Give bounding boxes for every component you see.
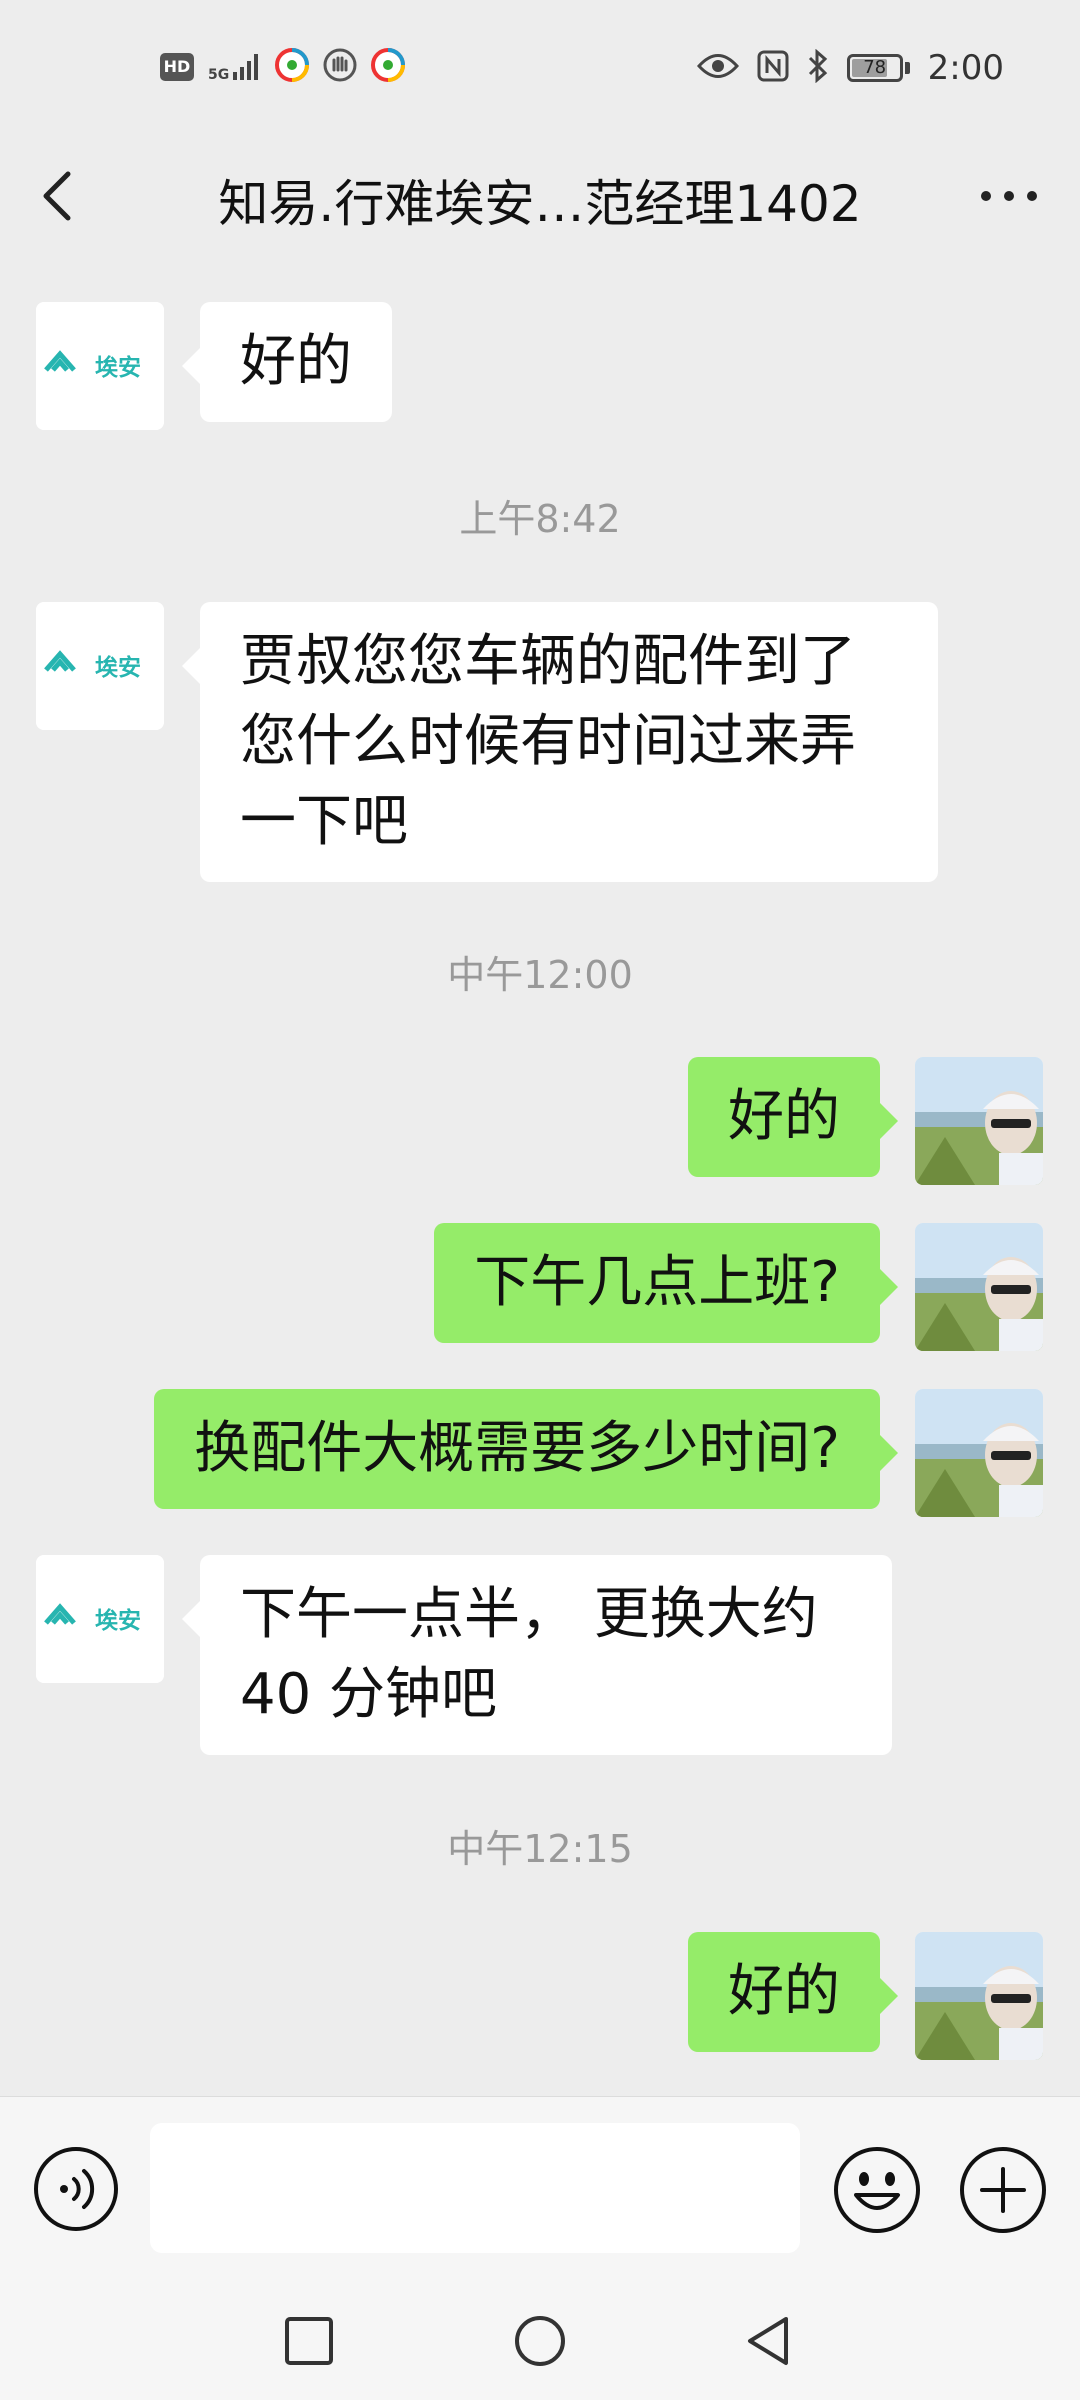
battery-level: 78 — [863, 57, 887, 78]
voice-input-icon — [34, 2147, 118, 2231]
message-bubble[interactable]: 好的 — [688, 1057, 898, 1177]
home-circle-icon — [515, 2316, 565, 2366]
more-button[interactable] — [964, 164, 1054, 228]
user-photo-icon — [915, 1057, 1043, 1185]
app-notification-icon — [275, 48, 310, 86]
status-left-icons: HD 5G — [160, 48, 406, 86]
message-input[interactable] — [150, 2123, 800, 2253]
message-line: 贾叔您您车辆的配件到了 — [240, 629, 856, 694]
message-bubble[interactable]: 下午一点半， 更换大约 40 分钟吧 — [182, 1555, 892, 1755]
message-bubble[interactable]: 好的 — [182, 302, 392, 422]
battery-tip — [904, 62, 910, 74]
recent-apps-square-icon — [285, 2317, 333, 2365]
plus-circle-icon — [960, 2147, 1046, 2233]
contact-avatar[interactable]: 埃安 — [36, 1555, 164, 1683]
status-right-icons: 78 2:00 — [696, 48, 1004, 88]
back-button[interactable] — [30, 160, 94, 232]
app-notification-icon — [371, 48, 406, 86]
user-avatar[interactable] — [915, 1389, 1043, 1517]
recent-apps-button[interactable] — [282, 2314, 336, 2368]
plus-button[interactable] — [958, 2145, 1048, 2235]
avatar-logo-text: 埃安 — [95, 1607, 141, 1634]
timestamp: 上午8:42 — [459, 497, 621, 541]
nfc-icon — [757, 50, 789, 86]
user-photo-icon — [915, 1932, 1043, 2060]
chat-title: 知易.行难埃安…范经理1402 — [218, 175, 862, 233]
message-line: 您什么时候有时间过来弄 — [240, 709, 856, 774]
hd-icon: HD — [160, 53, 194, 81]
emoji-button[interactable] — [832, 2145, 922, 2235]
network-type-label: 5G — [208, 67, 230, 83]
user-avatar[interactable] — [915, 1223, 1043, 1351]
message-line: 40 分钟吧 — [240, 1662, 498, 1727]
emoji-icon — [834, 2147, 920, 2233]
message-bubble[interactable]: 好的 — [688, 1932, 898, 2052]
aion-logo-icon: 埃安 — [36, 602, 164, 730]
chat-header: 知易.行难埃安…范经理1402 — [0, 136, 1080, 256]
timestamp: 中午12:15 — [447, 1827, 633, 1871]
5g-signal-icon: 5G — [208, 52, 261, 82]
user-avatar[interactable] — [915, 1932, 1043, 2060]
status-time: 2:00 — [927, 48, 1004, 88]
aion-logo-icon: 埃安 — [36, 302, 164, 430]
chevron-left-icon — [43, 171, 71, 221]
contact-avatar[interactable]: 埃安 — [36, 302, 164, 430]
system-nav-bar — [0, 2280, 1080, 2400]
aion-logo-icon: 埃安 — [36, 1555, 164, 1683]
message-input-bar — [0, 2096, 1080, 2281]
message-bubble[interactable]: 贾叔您您车辆的配件到了 您什么时候有时间过来弄 一下吧 — [182, 602, 938, 882]
message-bubble[interactable]: 换配件大概需要多少时间? — [154, 1389, 898, 1509]
chat-message-list[interactable]: 埃安 好的 上午8:42 埃安 贾叔您您车辆的配件到了 您什么时候有时间过来弄 … — [0, 256, 1080, 2096]
status-bar: HD 5G 78 2:00 — [0, 0, 1080, 136]
user-avatar[interactable] — [915, 1057, 1043, 1185]
message-line: 一下吧 — [240, 789, 408, 854]
back-nav-button[interactable] — [742, 2314, 796, 2368]
bluetooth-icon — [807, 48, 829, 87]
back-triangle-icon — [748, 2317, 788, 2365]
battery-icon: 78 — [846, 54, 910, 82]
contact-avatar[interactable]: 埃安 — [36, 602, 164, 730]
more-dots-icon — [981, 191, 1037, 201]
hand-icon — [323, 48, 357, 86]
home-button[interactable] — [513, 2314, 567, 2368]
user-photo-icon — [915, 1223, 1043, 1351]
avatar-logo-text: 埃安 — [95, 354, 141, 381]
message-bubble[interactable]: 下午几点上班? — [434, 1223, 898, 1343]
voice-input-button[interactable] — [32, 2145, 120, 2233]
user-photo-icon — [915, 1389, 1043, 1517]
message-line: 下午一点半， 更换大约 — [240, 1582, 818, 1647]
eye-icon — [696, 51, 739, 85]
timestamp: 中午12:00 — [447, 953, 633, 997]
battery-outline: 78 — [846, 54, 903, 82]
avatar-logo-text: 埃安 — [95, 654, 141, 681]
